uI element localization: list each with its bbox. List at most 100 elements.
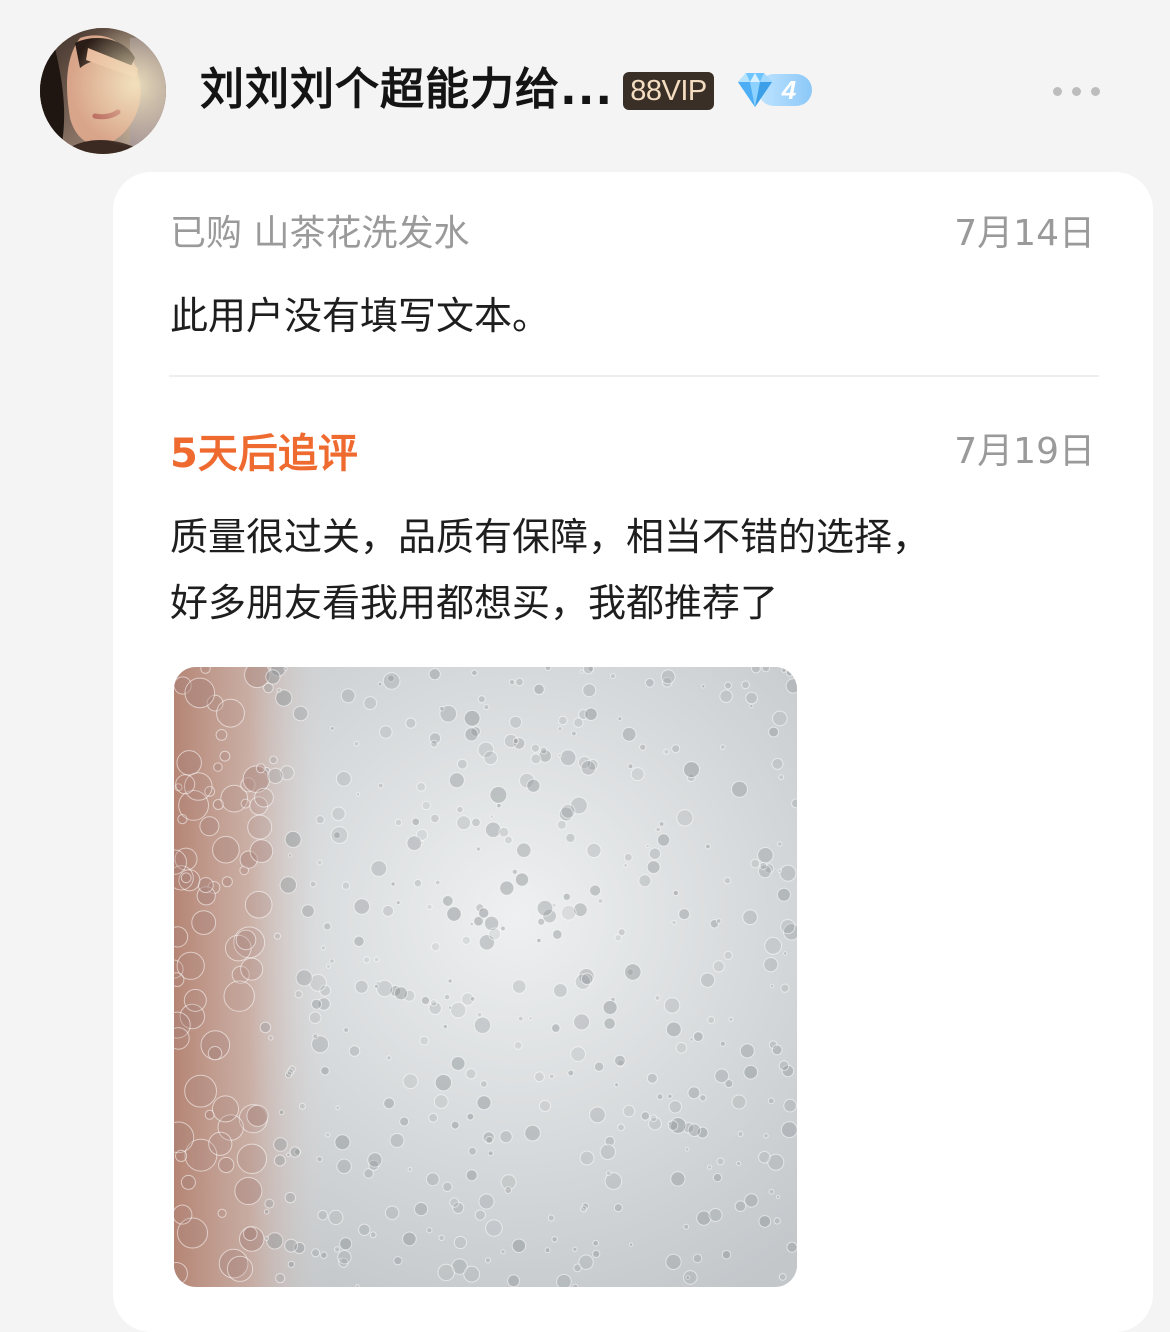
- foam-bubble: [276, 687, 282, 693]
- foam-bubble: [379, 725, 393, 739]
- foam-bubble: [450, 1056, 466, 1071]
- foam-bubble: [645, 678, 655, 688]
- foam-bubble: [284, 1191, 297, 1204]
- foam-bubble: [705, 843, 711, 850]
- foam-bubble: [749, 703, 754, 709]
- foam-bubble: [286, 1068, 295, 1076]
- foam-bubble: [439, 706, 445, 712]
- foam-bubble: [580, 760, 597, 776]
- foam-bubble: [384, 1205, 400, 1220]
- foam-bubble: [772, 710, 788, 727]
- foam-bubble: [580, 1205, 588, 1213]
- foam-bubble: [197, 877, 214, 894]
- foam-bubble: [287, 1260, 295, 1268]
- foam-bubble: [524, 1124, 541, 1142]
- foam-bubble: [328, 1209, 344, 1226]
- foam-bubble: [477, 695, 486, 704]
- foam-bubble: [687, 1086, 701, 1100]
- review-date: 7月14日: [954, 213, 1095, 254]
- foam-bubble: [628, 1242, 634, 1247]
- foam-bubble: [571, 730, 577, 737]
- foam-bubble: [430, 942, 441, 952]
- review-text: 此用户没有填写文本。: [170, 294, 551, 338]
- foam-bubble: [407, 1167, 413, 1172]
- foam-bubble: [630, 767, 645, 782]
- foam-bubble: [278, 1109, 285, 1116]
- foam-bubble: [558, 715, 568, 726]
- foam-bubble: [442, 1181, 453, 1192]
- foam-bubble: [175, 1149, 188, 1162]
- foam-bubble: [684, 1146, 690, 1152]
- foam-bubble: [478, 1193, 495, 1210]
- foam-bubble: [434, 1074, 453, 1092]
- foam-bubble: [284, 830, 302, 848]
- foam-bubble: [511, 868, 518, 875]
- username[interactable]: 刘刘刘个超能力给...: [200, 60, 613, 120]
- foam-bubble: [553, 983, 568, 998]
- foam-bubble: [434, 879, 441, 886]
- foam-bubble: [394, 818, 403, 827]
- foam-bubble: [783, 951, 788, 956]
- foam-bubble: [367, 1152, 383, 1168]
- foam-bubble: [551, 1023, 561, 1033]
- foam-bubble: [745, 691, 758, 705]
- foam-bubble: [599, 1143, 616, 1160]
- foam-bubble: [668, 1100, 682, 1114]
- foam-bubble: [586, 842, 602, 858]
- foam-bubble: [389, 1133, 405, 1148]
- foam-bubble: [562, 892, 571, 901]
- foam-bubble: [383, 1097, 396, 1110]
- foam-bubble: [580, 972, 594, 986]
- foam-bubble: [255, 763, 266, 774]
- more-options-button[interactable]: [1046, 75, 1106, 107]
- foam-bubble: [446, 906, 462, 922]
- foam-bubble: [215, 729, 228, 741]
- followup-text-line: 质量很过关，品质有保障，相当不错的选择，: [170, 515, 931, 559]
- purchase-label[interactable]: 已购 山茶花洗发水: [170, 210, 469, 258]
- foam-bubble: [263, 682, 274, 694]
- avatar[interactable]: [40, 28, 166, 154]
- diamond-icon: [738, 73, 772, 107]
- foam-bubble: [200, 667, 211, 674]
- foam-bubble: [329, 958, 335, 964]
- foam-bubble: [699, 1094, 707, 1102]
- foam-bubble: [471, 669, 478, 677]
- foam-bubble: [763, 1133, 769, 1139]
- foam-bubble: [295, 969, 313, 987]
- foam-bubble: [212, 1095, 239, 1123]
- foam-bubble: [355, 1284, 360, 1287]
- foam-bubble: [592, 1249, 601, 1259]
- foam-bubble: [773, 1217, 781, 1225]
- foam-bubble: [692, 1031, 704, 1043]
- foam-bubble: [212, 799, 224, 810]
- foam-bubble: [483, 704, 490, 711]
- foam-bubble: [287, 853, 293, 858]
- foam-bubble: [323, 922, 332, 931]
- foam-bubble: [246, 1104, 269, 1127]
- foam-bubble: [483, 750, 498, 766]
- divider: [169, 375, 1099, 377]
- foam-bubble: [737, 1131, 744, 1137]
- followup-label: 5天后追评: [170, 431, 358, 477]
- foam-bubble: [777, 868, 783, 874]
- foam-bubble: [771, 1044, 783, 1056]
- foam-bubble: [707, 1016, 716, 1025]
- foam-bubble: [449, 1001, 467, 1019]
- foam-bubble: [340, 688, 356, 704]
- foam-bubble: [530, 743, 540, 753]
- foam-bubble: [638, 874, 652, 888]
- review-photo[interactable]: [174, 667, 797, 1287]
- foam-bubble: [723, 876, 732, 885]
- foam-bubble: [649, 1114, 658, 1123]
- foam-bubble: [750, 858, 761, 869]
- foam-bubble: [670, 1171, 686, 1187]
- foam-bubble: [399, 1116, 410, 1127]
- foam-bubble: [247, 814, 273, 840]
- foam-bubble: [449, 1197, 460, 1208]
- foam-bubble: [311, 1248, 321, 1258]
- foam-bubble: [320, 945, 326, 951]
- foam-bubble: [743, 1064, 759, 1080]
- foam-bubble: [382, 904, 395, 917]
- vip-badge: 88VIP: [623, 72, 714, 110]
- foam-bubble: [509, 715, 523, 729]
